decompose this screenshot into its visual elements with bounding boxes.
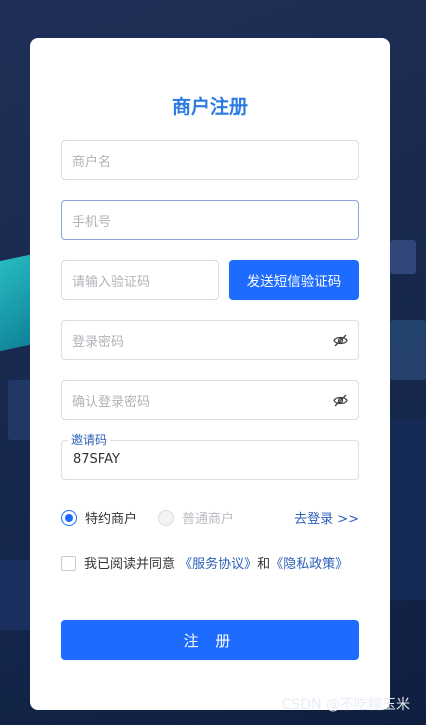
register-button[interactable]: 注 册 — [61, 620, 359, 660]
radio-normal-merchant[interactable]: 普通商户 — [158, 508, 234, 527]
go-login-link[interactable]: 去登录 >> — [294, 508, 359, 527]
radio-normal-merchant-label: 普通商户 — [182, 512, 235, 527]
radio-checked-icon — [61, 509, 77, 526]
and-text: 和 — [257, 557, 271, 572]
confirm-password-input[interactable]: 确认登录密码 — [61, 380, 359, 420]
send-sms-code-button[interactable]: 发送短信验证码 — [229, 260, 359, 300]
merchant-name-placeholder: 商户名 — [72, 154, 112, 170]
radio-special-merchant[interactable]: 特约商户 — [61, 508, 137, 527]
phone-placeholder: 手机号 — [72, 214, 112, 230]
background-decoration — [386, 420, 426, 600]
merchant-name-input[interactable]: 商户名 — [61, 140, 359, 180]
page-title: 商户注册 — [171, 96, 248, 118]
register-card: 商户注册 商户名 手机号 请输入验证码 发送短信验证码 登录密码 确认登录密码 — [30, 38, 390, 710]
verification-code-input[interactable]: 请输入验证码 — [61, 260, 219, 300]
verification-code-placeholder: 请输入验证码 — [72, 274, 151, 290]
agree-checkbox[interactable] — [61, 556, 76, 571]
confirm-password-placeholder: 确认登录密码 — [72, 394, 151, 410]
background-decoration — [390, 240, 416, 274]
password-input[interactable]: 登录密码 — [61, 320, 359, 360]
invite-code-label: 邀请码 — [68, 431, 111, 448]
service-agreement-link[interactable]: 《服务协议》 — [179, 557, 257, 572]
background-decoration — [390, 320, 426, 380]
password-placeholder: 登录密码 — [72, 334, 125, 350]
background-decoration — [0, 560, 34, 630]
watermark-text: CSDN @不吃糯玉米 — [281, 697, 410, 713]
eye-off-icon[interactable] — [332, 392, 348, 408]
eye-off-icon[interactable] — [332, 332, 348, 348]
merchant-type-radio-group: 特约商户 普通商户 去登录 >> — [61, 508, 359, 527]
agree-text: 我已阅读并同意 — [84, 557, 176, 572]
radio-unchecked-icon — [158, 509, 174, 526]
privacy-policy-link[interactable]: 《隐私政策》 — [270, 557, 348, 572]
invite-code-value: 87SFAY — [73, 452, 120, 467]
radio-special-merchant-label: 特约商户 — [85, 512, 138, 527]
phone-input[interactable]: 手机号 — [61, 200, 359, 240]
agreement-row: 我已阅读并同意 《服务协议》和《隐私政策》 — [61, 554, 359, 576]
